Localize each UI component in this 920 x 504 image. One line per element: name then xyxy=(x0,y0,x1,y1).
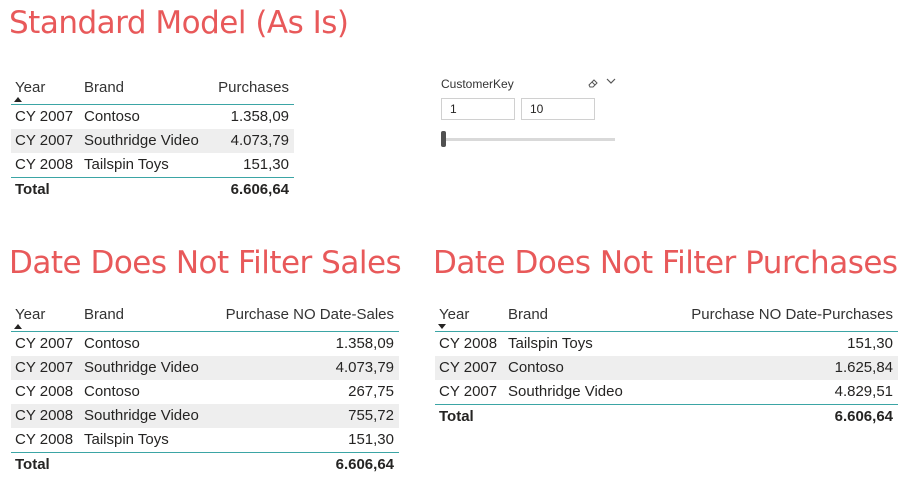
cell-brand: Contoso xyxy=(84,383,140,400)
cell-value: 267,75 xyxy=(348,383,394,400)
slicer-label: CustomerKey xyxy=(441,77,514,91)
total-value: 6.606,64 xyxy=(230,181,289,198)
cell-brand: Southridge Video xyxy=(84,132,199,149)
slicer-min-input[interactable] xyxy=(441,98,515,120)
table-no-filter-purchases: Year Brand Purchase NO Date-Purchases CY… xyxy=(435,305,898,429)
column-header-brand[interactable]: Brand xyxy=(508,305,548,325)
cell-value: 4.073,79 xyxy=(335,359,394,376)
table-row: CY 2007 Contoso 1.625,84 xyxy=(435,356,898,380)
title-no-filter-purchases: Date Does Not Filter Purchases xyxy=(433,245,898,281)
cell-value: 151,30 xyxy=(243,156,289,173)
cell-value: 4.073,79 xyxy=(230,132,289,149)
column-header-purchases[interactable]: Purchases xyxy=(218,78,289,98)
slicer-max-input[interactable] xyxy=(521,98,595,120)
column-header-year[interactable]: Year xyxy=(15,305,45,325)
customerkey-slicer: CustomerKey xyxy=(441,74,617,154)
table-row: CY 2007 Southridge Video 4.073,79 xyxy=(11,129,294,153)
cell-year: CY 2008 xyxy=(15,156,74,173)
cell-year: CY 2007 xyxy=(439,383,498,400)
cell-value: 1.358,09 xyxy=(335,335,394,352)
table-header: Year Brand Purchase NO Date-Sales xyxy=(11,305,399,332)
cell-year: CY 2008 xyxy=(439,335,498,352)
table-row: CY 2008 Tailspin Toys 151,30 xyxy=(11,153,294,177)
cell-year: CY 2008 xyxy=(15,407,74,424)
table-row: CY 2008 Southridge Video 755,72 xyxy=(11,404,399,428)
total-value: 6.606,64 xyxy=(834,408,893,425)
cell-value: 4.829,51 xyxy=(834,383,893,400)
column-header-year[interactable]: Year xyxy=(15,78,45,98)
table-total-row: Total 6.606,64 xyxy=(11,452,399,477)
eraser-icon[interactable] xyxy=(587,77,599,89)
title-standard-model: Standard Model (As Is) xyxy=(9,5,349,41)
total-value: 6.606,64 xyxy=(335,456,394,473)
cell-brand: Tailspin Toys xyxy=(508,335,593,352)
title-no-filter-sales: Date Does Not Filter Sales xyxy=(9,245,402,281)
table-standard-model: Year Brand Purchases CY 2007 Contoso 1.3… xyxy=(11,78,294,202)
column-header-year[interactable]: Year xyxy=(439,305,469,325)
cell-brand: Contoso xyxy=(508,359,564,376)
column-header-brand[interactable]: Brand xyxy=(84,78,124,98)
table-row: CY 2008 Tailspin Toys 151,30 xyxy=(11,428,399,452)
total-label: Total xyxy=(15,456,50,473)
table-row: CY 2008 Contoso 267,75 xyxy=(11,380,399,404)
table-no-filter-sales: Year Brand Purchase NO Date-Sales CY 200… xyxy=(11,305,399,477)
table-header: Year Brand Purchases xyxy=(11,78,294,105)
cell-brand: Tailspin Toys xyxy=(84,431,169,448)
cell-year: CY 2008 xyxy=(15,431,74,448)
cell-year: CY 2007 xyxy=(439,359,498,376)
cell-year: CY 2007 xyxy=(15,108,74,125)
sort-ascending-icon[interactable] xyxy=(14,324,22,329)
column-header-purchase-no-date-purchases[interactable]: Purchase NO Date-Purchases xyxy=(691,305,893,325)
sort-descending-icon[interactable] xyxy=(438,324,446,329)
cell-brand: Southridge Video xyxy=(508,383,623,400)
table-row: CY 2007 Southridge Video 4.073,79 xyxy=(11,356,399,380)
cell-value: 1.358,09 xyxy=(230,108,289,125)
cell-value: 151,30 xyxy=(847,335,893,352)
cell-year: CY 2007 xyxy=(15,359,74,376)
slider-handle[interactable] xyxy=(441,131,446,147)
total-label: Total xyxy=(439,408,474,425)
table-header: Year Brand Purchase NO Date-Purchases xyxy=(435,305,898,332)
table-row: CY 2007 Contoso 1.358,09 xyxy=(11,332,399,356)
table-total-row: Total 6.606,64 xyxy=(435,404,898,429)
table-row: CY 2007 Contoso 1.358,09 xyxy=(11,105,294,129)
cell-value: 1.625,84 xyxy=(834,359,893,376)
table-row: CY 2008 Tailspin Toys 151,30 xyxy=(435,332,898,356)
cell-brand: Southridge Video xyxy=(84,359,199,376)
sort-ascending-icon[interactable] xyxy=(14,97,22,102)
cell-value: 755,72 xyxy=(348,407,394,424)
cell-year: CY 2007 xyxy=(15,132,74,149)
slider-track[interactable] xyxy=(443,138,615,141)
cell-year: CY 2007 xyxy=(15,335,74,352)
cell-brand: Contoso xyxy=(84,108,140,125)
cell-value: 151,30 xyxy=(348,431,394,448)
total-label: Total xyxy=(15,181,50,198)
chevron-down-icon[interactable] xyxy=(605,75,617,87)
cell-brand: Southridge Video xyxy=(84,407,199,424)
cell-year: CY 2008 xyxy=(15,383,74,400)
table-total-row: Total 6.606,64 xyxy=(11,177,294,202)
column-header-purchase-no-date-sales[interactable]: Purchase NO Date-Sales xyxy=(226,305,394,325)
cell-brand: Tailspin Toys xyxy=(84,156,169,173)
cell-brand: Contoso xyxy=(84,335,140,352)
column-header-brand[interactable]: Brand xyxy=(84,305,124,325)
table-row: CY 2007 Southridge Video 4.829,51 xyxy=(435,380,898,404)
